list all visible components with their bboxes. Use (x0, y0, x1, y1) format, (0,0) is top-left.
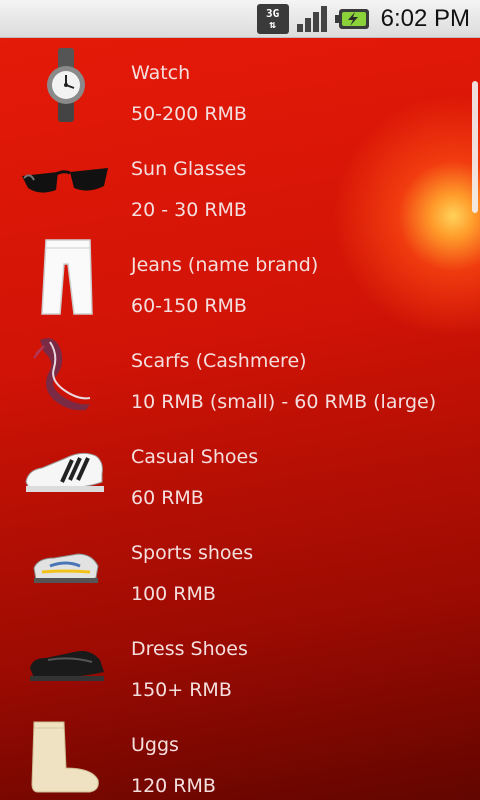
watch-icon (20, 46, 112, 124)
item-name: Dress Shoes (131, 638, 248, 660)
item-name: Jeans (name brand) (131, 254, 319, 276)
item-price: 150+ RMB (131, 679, 232, 701)
list-item[interactable]: Sun Glasses 20 - 30 RMB (0, 134, 480, 230)
signal-strength-icon (295, 4, 329, 34)
item-price: 120 RMB (131, 775, 216, 797)
list-item[interactable]: Sports shoes 100 RMB (0, 518, 480, 614)
item-name: Scarfs (Cashmere) (131, 350, 307, 372)
dress-shoe-icon (20, 622, 112, 700)
clock: 6:02 PM (380, 5, 470, 32)
item-price: 100 RMB (131, 583, 216, 605)
sports-shoe-icon (20, 526, 112, 604)
list-item[interactable]: Casual Shoes 60 RMB (0, 422, 480, 518)
list-item[interactable]: Scarfs (Cashmere) 10 RMB (small) - 60 RM… (0, 326, 480, 422)
list-item[interactable]: Watch 50-200 RMB (0, 38, 480, 134)
list-item[interactable]: Uggs 120 RMB (0, 710, 480, 800)
item-name: Sun Glasses (131, 158, 247, 180)
item-name: Uggs (131, 734, 179, 756)
item-name: Casual Shoes (131, 446, 259, 468)
jeans-icon (20, 238, 112, 316)
item-price: 50-200 RMB (131, 103, 247, 125)
item-price: 60-150 RMB (131, 295, 247, 317)
item-price: 10 RMB (small) - 60 RMB (large) (131, 391, 437, 413)
list-item[interactable]: Jeans (name brand) 60-150 RMB (0, 230, 480, 326)
status-bar: 3G ⇅ 6:02 PM (0, 0, 480, 38)
item-name: Sports shoes (131, 542, 254, 564)
item-name: Watch (131, 62, 191, 84)
item-price: 20 - 30 RMB (131, 199, 247, 221)
item-price: 60 RMB (131, 487, 204, 509)
casual-shoe-icon (20, 430, 112, 508)
network-3g-icon: 3G ⇅ (256, 4, 289, 34)
scarf-icon (20, 334, 112, 412)
product-list[interactable]: Watch 50-200 RMB Sun Glasses 20 - 30 RMB (0, 38, 480, 800)
uggs-icon (20, 718, 112, 796)
status-icons: 3G ⇅ 6:02 PM (256, 4, 470, 34)
sunglasses-icon (20, 142, 112, 220)
network-activity-label: ⇅ (269, 18, 276, 31)
list-scrollbar[interactable] (472, 81, 478, 213)
list-item[interactable]: Dress Shoes 150+ RMB (0, 614, 480, 710)
battery-charging-icon (334, 6, 371, 32)
product-list-screen[interactable]: Watch 50-200 RMB Sun Glasses 20 - 30 RMB (0, 38, 480, 800)
